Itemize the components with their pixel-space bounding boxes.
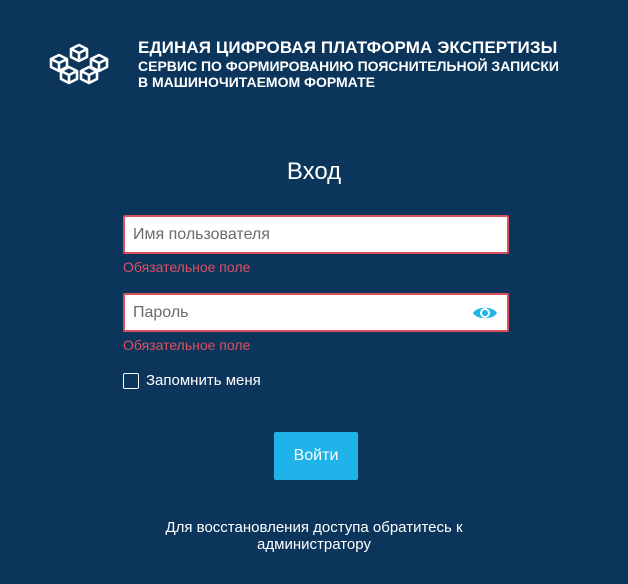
eye-icon[interactable] bbox=[472, 302, 498, 324]
username-error: Обязательное поле bbox=[123, 259, 251, 275]
password-input[interactable] bbox=[133, 295, 463, 330]
remember-label[interactable]: Запомнить меня bbox=[146, 372, 261, 390]
service-subtitle-line1: СЕРВИС ПО ФОРМИРОВАНИЮ ПОЯСНИТЕЛЬНОЙ ЗАП… bbox=[138, 58, 559, 74]
recover-access-text: Для восстановления доступа обратитесь к … bbox=[0, 519, 628, 553]
platform-title: ЕДИНАЯ ЦИФРОВАЯ ПЛАТФОРМА ЭКСПЕРТИЗЫ bbox=[138, 38, 558, 57]
username-field[interactable] bbox=[123, 215, 509, 254]
cubes-network-icon bbox=[49, 43, 109, 85]
service-subtitle-line2: В МАШИНОЧИТАЕМОМ ФОРМАТЕ bbox=[138, 74, 375, 90]
username-input[interactable] bbox=[133, 217, 463, 252]
recover-line1: Для восстановления доступа обратитесь к bbox=[165, 519, 463, 536]
password-field[interactable] bbox=[123, 293, 509, 332]
login-button[interactable]: Войти bbox=[274, 432, 358, 480]
remember-me[interactable]: Запомнить меня bbox=[123, 372, 261, 390]
header-titles: ЕДИНАЯ ЦИФРОВАЯ ПЛАТФОРМА ЭКСПЕРТИЗЫ СЕР… bbox=[138, 38, 618, 90]
header: ЕДИНАЯ ЦИФРОВАЯ ПЛАТФОРМА ЭКСПЕРТИЗЫ СЕР… bbox=[46, 38, 616, 98]
login-title: Вход bbox=[286, 158, 342, 185]
remember-checkbox[interactable] bbox=[123, 373, 139, 389]
password-error: Обязательное поле bbox=[123, 337, 251, 353]
recover-line2: администратору bbox=[257, 536, 371, 553]
login-page: ЕДИНАЯ ЦИФРОВАЯ ПЛАТФОРМА ЭКСПЕРТИЗЫ СЕР… bbox=[0, 0, 628, 584]
